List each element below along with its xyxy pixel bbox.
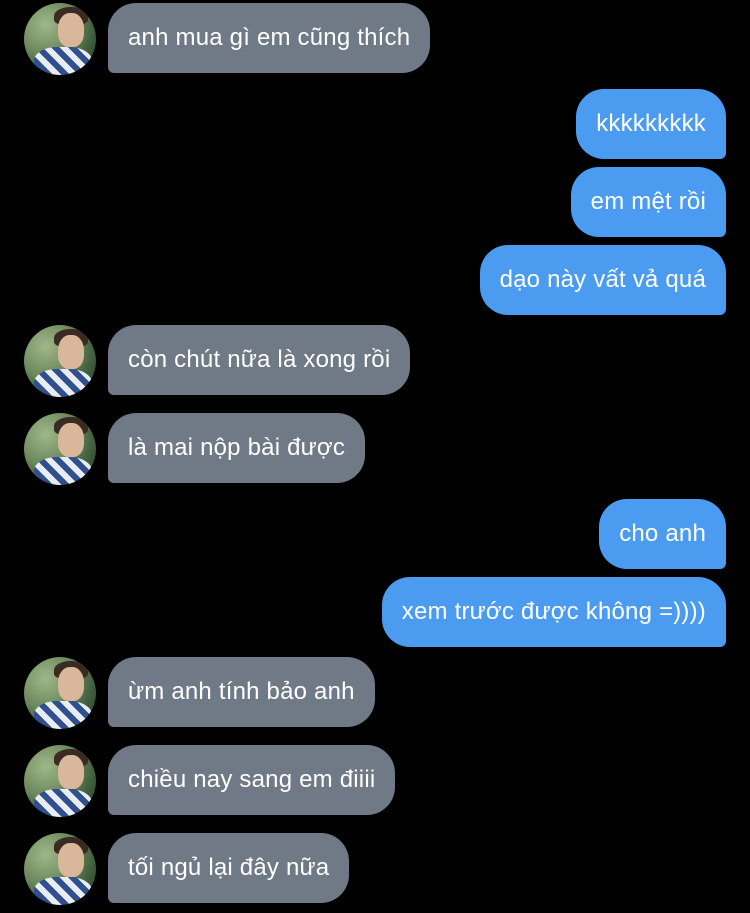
incoming-message-bubble[interactable]: tối ngủ lại đây nữa [108, 833, 350, 903]
incoming-message-bubble[interactable]: là mai nộp bài được [108, 413, 366, 483]
contact-avatar-icon[interactable] [24, 657, 96, 729]
contact-avatar-icon[interactable] [24, 413, 96, 485]
outgoing-message-bubble[interactable]: xem trước được không =)))) [381, 577, 726, 647]
incoming-message-bubble[interactable]: chiều nay sang em điiii [108, 745, 396, 815]
contact-avatar-icon[interactable] [24, 833, 96, 905]
incoming-message-bubble[interactable]: còn chút nữa là xong rồi [108, 325, 411, 395]
contact-avatar-icon[interactable] [24, 325, 96, 397]
contact-avatar-icon[interactable] [24, 3, 96, 75]
contact-avatar-icon[interactable] [24, 745, 96, 817]
outgoing-message-bubble[interactable]: kkkkkkkkk [576, 89, 726, 159]
incoming-message-bubble[interactable]: ừm anh tính bảo anh [108, 657, 375, 727]
incoming-message-bubble[interactable]: anh mua gì em cũng thích [108, 3, 431, 73]
outgoing-message-bubble[interactable]: dạo này vất vả quá [479, 245, 726, 315]
outgoing-message-bubble[interactable]: cho anh [599, 499, 726, 569]
outgoing-message-bubble[interactable]: em mệt rồi [570, 167, 726, 237]
